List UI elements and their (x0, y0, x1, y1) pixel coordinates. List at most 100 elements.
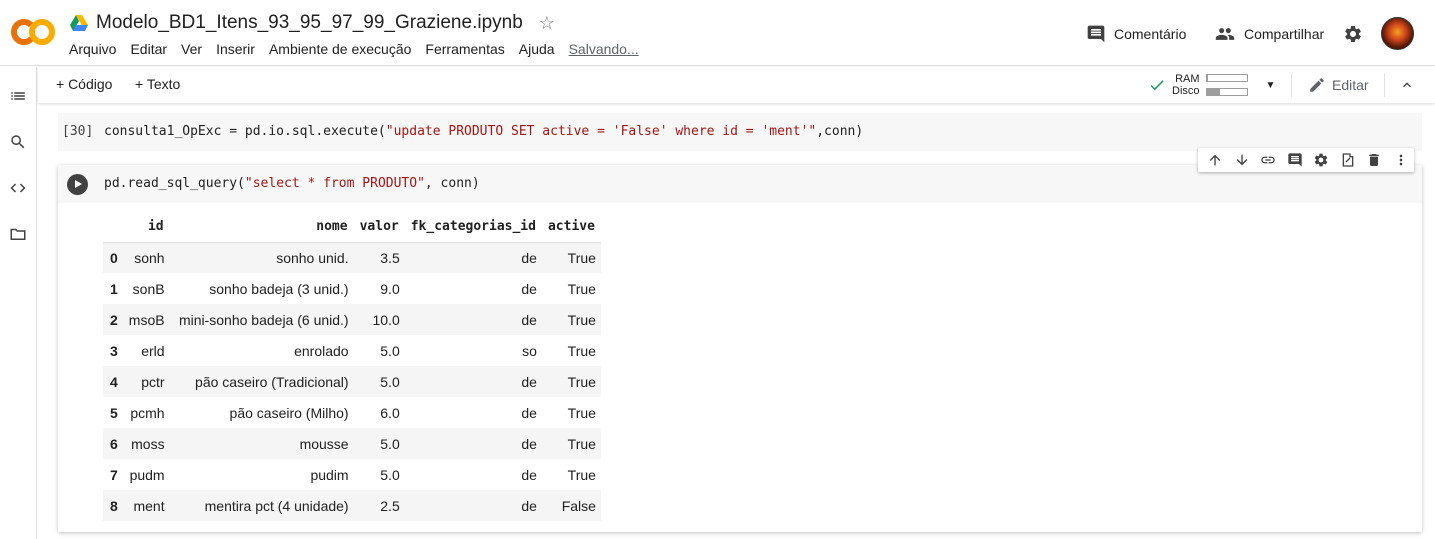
table-row: 2 msoB mini-sonho badeja (6 unid.) 10.0 de Tr… (103, 304, 601, 335)
table-cell-idx: 5 (110, 404, 118, 421)
column-header: id (122, 212, 170, 243)
table-cell-valor: 2.5 (353, 490, 405, 521)
resource-labels: RAM Disco (1172, 73, 1200, 97)
ram-bar (1205, 74, 1248, 82)
table-cell-active: True (541, 428, 601, 459)
menu-ambiente-execucao[interactable]: Ambiente de execução (269, 41, 411, 57)
code-line[interactable]: consulta1_OpExc = pd.io.sql.execute("upd… (104, 124, 863, 139)
mirror-cell-icon[interactable] (1335, 148, 1362, 172)
table-cell-fk: de (404, 304, 542, 335)
code-cell-1[interactable]: [30] consulta1_OpExc = pd.io.sql.execute… (58, 113, 1422, 151)
comment-label: Comentário (1114, 26, 1187, 42)
code-snippets-icon[interactable] (9, 179, 27, 197)
table-cell-valor: 6.0 (380, 404, 400, 421)
table-cell-fk: de (404, 366, 542, 397)
toolbar-divider (1384, 73, 1385, 97)
table-cell-idx: 8 (103, 490, 123, 521)
resources-indicator[interactable]: RAM Disco ▼ (1148, 70, 1275, 100)
table-cell-id: moss (122, 428, 170, 459)
table-cell-nome: mousse (169, 428, 354, 459)
table-of-contents-icon[interactable] (9, 87, 27, 105)
menu-ajuda[interactable]: Ajuda (519, 41, 555, 57)
more-vert-icon[interactable] (1388, 148, 1415, 172)
table-cell-valor: 5.0 (380, 342, 400, 359)
table-cell-nome: sonho unid. (169, 242, 354, 273)
menu-bar: Arquivo Editar Ver Inserir Ambiente de e… (69, 41, 639, 57)
column-header: nome (169, 212, 354, 243)
people-icon (1215, 28, 1235, 40)
table-row: 6 moss mousse 5.0 de True (103, 428, 601, 459)
table-row: 7 pudm pudim 5.0 de True (103, 459, 601, 490)
menu-inserir[interactable]: Inserir (216, 41, 255, 57)
table-cell-id: pcmh (130, 404, 165, 421)
code-suffix: , conn) (424, 176, 480, 191)
cell-settings-gear-icon[interactable] (1308, 148, 1335, 172)
menu-editar[interactable]: Editar (130, 41, 167, 57)
menu-ferramentas[interactable]: Ferramentas (425, 41, 504, 57)
table-cell-fk: de (521, 280, 537, 297)
toolbar-divider (1291, 73, 1292, 97)
table-cell-fk: de (404, 242, 542, 273)
menu-ver[interactable]: Ver (181, 41, 202, 57)
google-drive-icon[interactable] (70, 15, 88, 31)
ram-label: RAM (1175, 73, 1200, 85)
table-cell-active: True (567, 342, 596, 359)
menu-arquivo[interactable]: Arquivo (69, 41, 116, 57)
comment-button[interactable]: Comentário (1086, 24, 1186, 44)
folder-icon[interactable] (9, 225, 27, 243)
colab-logo-icon[interactable] (10, 17, 56, 47)
code-line[interactable]: pd.read_sql_query("select * from PRODUTO… (104, 176, 480, 191)
column-header: active (541, 212, 601, 243)
ram-bar-fill (1206, 75, 1208, 81)
column-header: fk_categorias_id (404, 212, 542, 243)
table-row: 0 sonh sonho unid. 3.5 de True (103, 242, 601, 273)
disk-bar-fill (1206, 89, 1221, 95)
table-cell-nome: sonho badeja (3 unid.) (209, 280, 349, 297)
table-row: 1 sonB sonho badeja (3 unid.) 9.0 de True (103, 273, 601, 304)
chevron-up-icon[interactable] (1399, 77, 1415, 93)
star-icon[interactable]: ☆ (539, 14, 555, 32)
table-cell-active: True (567, 466, 596, 483)
pencil-icon (1310, 78, 1324, 92)
table-cell-valor: 3.5 (353, 242, 405, 273)
move-up-icon[interactable] (1202, 148, 1229, 172)
table-cell-active: True (541, 366, 601, 397)
chevron-down-icon[interactable]: ▼ (1266, 80, 1276, 91)
user-avatar[interactable] (1381, 17, 1414, 50)
link-icon[interactable] (1255, 148, 1282, 172)
app-header: Modelo_BD1_Itens_93_95_97_99_Graziene.ip… (0, 0, 1435, 66)
disk-bar (1205, 88, 1248, 96)
title-row: Modelo_BD1_Itens_93_95_97_99_Graziene.ip… (70, 10, 555, 36)
table-cell-nome: mentira pct (4 unidade) (169, 490, 354, 521)
table-cell-nome: enrolado (294, 342, 349, 359)
left-sidebar (0, 67, 37, 539)
add-code-button[interactable]: + Código (56, 76, 112, 92)
table-cell-nome: pudim (310, 466, 349, 483)
saving-status[interactable]: Salvando... (569, 41, 639, 57)
table-cell-idx: 3 (110, 342, 118, 359)
delete-icon[interactable] (1361, 148, 1388, 172)
table-row: 5 pcmh pão caseiro (Milho) 6.0 de True (103, 397, 601, 428)
code-cell-2[interactable]: pd.read_sql_query("select * from PRODUTO… (58, 165, 1422, 532)
edit-mode-button[interactable]: Editar (1308, 76, 1369, 94)
settings-gear-icon[interactable] (1343, 24, 1363, 44)
move-down-icon[interactable] (1229, 148, 1256, 172)
table-cell-fk: so (522, 342, 537, 359)
table-header-row: id nome valor fk_categorias_id active (103, 212, 601, 243)
table-cell-fk: de (404, 428, 542, 459)
comment-icon[interactable] (1282, 148, 1309, 172)
table-cell-idx: 2 (103, 304, 123, 335)
search-icon[interactable] (9, 133, 27, 151)
share-label: Compartilhar (1244, 26, 1325, 42)
execution-count: [30] (62, 124, 94, 139)
add-text-button[interactable]: + Texto (135, 76, 180, 92)
code-string: "select * from PRODUTO" (244, 176, 425, 191)
table-cell-idx: 6 (103, 428, 123, 459)
run-cell-button[interactable] (67, 174, 88, 195)
table-cell-id: ment (122, 490, 170, 521)
share-button[interactable]: Compartilhar (1214, 24, 1324, 44)
table-cell-valor: 5.0 (353, 428, 405, 459)
table-cell-id: msoB (122, 304, 170, 335)
notebook-title[interactable]: Modelo_BD1_Itens_93_95_97_99_Graziene.ip… (96, 12, 523, 34)
notebook-toolbar: + Código + Texto RAM Disco ▼ Editar (38, 67, 1435, 103)
